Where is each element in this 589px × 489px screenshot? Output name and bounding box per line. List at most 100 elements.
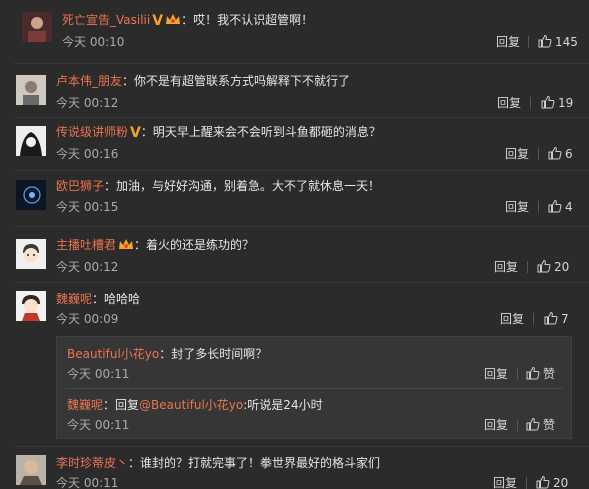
- username-link[interactable]: 李时珍蒂皮丶: [56, 456, 128, 470]
- username-link[interactable]: 魏巍呢: [67, 398, 103, 412]
- reply-button[interactable]: 回复: [505, 199, 529, 215]
- like-button[interactable]: 4: [548, 199, 573, 215]
- thumbs-up-icon: [537, 259, 551, 273]
- comment-text: ：哎！我不认识超管啊！: [181, 13, 314, 27]
- like-count: 145: [555, 35, 578, 49]
- like-button[interactable]: 145: [538, 34, 578, 50]
- avatar-icon: [22, 12, 52, 42]
- comment-line: 李时珍蒂皮丶：谁封的？打就完事了！拳世界最好的格斗家们: [56, 455, 380, 471]
- avatar-icon: [16, 126, 46, 156]
- separator: [533, 313, 534, 325]
- comment-line: 传说级讲师粉 V：明天早上醒来会不会听到斗鱼都砸的消息？: [56, 124, 381, 140]
- like-button[interactable]: 7: [544, 311, 569, 327]
- comment-text: ：着火的还是练功的？: [134, 238, 255, 252]
- comment-text: :听说是24小时: [243, 398, 323, 412]
- comment-time: 今天 00:15: [56, 200, 119, 214]
- reply-button[interactable]: 回复: [484, 366, 508, 382]
- avatar-icon: [16, 455, 46, 485]
- comment-time: 今天 00:11: [67, 418, 130, 432]
- comment-item: 死亡宣告_Vasilii V ：哎！我不认识超管啊！ 今天 00:10 回复 145: [0, 0, 589, 65]
- username-link[interactable]: 主播吐槽君: [56, 238, 116, 252]
- crown-badge-icon: [119, 239, 134, 249]
- comment-time: 今天 00:11: [67, 367, 130, 381]
- like-button[interactable]: 赞: [526, 417, 555, 433]
- avatar-icon: [16, 291, 46, 321]
- avatar[interactable]: [16, 75, 46, 105]
- thumbs-up-icon: [548, 199, 562, 213]
- avatar[interactable]: [16, 455, 46, 485]
- thumbs-up-icon: [526, 366, 540, 380]
- reply-button[interactable]: 回复: [505, 146, 529, 162]
- like-count: 20: [554, 260, 570, 274]
- separator: [526, 477, 527, 489]
- thumbs-up-icon: [538, 34, 552, 48]
- comment-line: 欧巴狮子：加油，与好好沟通，别着急。大不了就休息一天！: [56, 178, 380, 194]
- comment-text: ：封了多长时间啊？: [159, 347, 268, 361]
- like-button[interactable]: 赞: [526, 366, 555, 382]
- comment-time: 今天 00:11: [56, 476, 119, 489]
- separator: [527, 261, 528, 273]
- comment-time: 今天 00:12: [56, 96, 119, 110]
- thumbs-up-icon: [544, 311, 558, 325]
- separator: [530, 97, 531, 109]
- thumbs-up-icon: [526, 417, 540, 431]
- comment-item: 传说级讲师粉 V：明天早上醒来会不会听到斗鱼都砸的消息？ 今天 00:16 回复 …: [0, 118, 589, 170]
- avatar[interactable]: [22, 12, 52, 42]
- comment-text: ：谁封的？打就完事了！拳世界最好的格斗家们: [128, 456, 381, 470]
- thumbs-up-icon: [541, 95, 555, 109]
- reply-button[interactable]: 回复: [496, 34, 520, 50]
- avatar-icon: [16, 180, 46, 210]
- comment-text: ：加油，与好好沟通，别着急。大不了就休息一天！: [104, 179, 381, 193]
- reply-button[interactable]: 回复: [494, 259, 518, 275]
- avatar[interactable]: [16, 239, 46, 269]
- comment-text: ：明天早上醒来会不会听到斗鱼都砸的消息？: [140, 125, 381, 139]
- username-link[interactable]: 死亡宣告_Vasilii: [62, 13, 150, 27]
- username-link[interactable]: 传说级讲师粉: [56, 125, 128, 139]
- comment-item: 欧巴狮子：加油，与好好沟通，别着急。大不了就休息一天！ 今天 00:15 回复 …: [0, 171, 589, 226]
- like-button[interactable]: 19: [541, 95, 573, 111]
- comment-time: 今天 00:16: [56, 147, 119, 161]
- comment-text: ：哈哈哈: [92, 292, 141, 306]
- avatar-icon: [16, 75, 46, 105]
- comment-item: 魏巍呢：哈哈哈 今天 00:09 回复 7: [0, 283, 589, 333]
- separator: [538, 148, 539, 160]
- separator: [538, 201, 539, 213]
- like-count: 7: [561, 312, 569, 326]
- reply-button[interactable]: 回复: [493, 475, 517, 489]
- like-button[interactable]: 20: [536, 475, 568, 489]
- reply-prefix: ：回复: [103, 398, 140, 412]
- username-link[interactable]: 卢本伟_朋友: [56, 74, 122, 88]
- comment-time: 今天 00:09: [56, 312, 119, 326]
- comment-line: 卢本伟_朋友：你不是有超管联系方式吗解释下不就行了: [56, 73, 350, 89]
- sub-reply-list: Beautiful小花yo：封了多长时间啊？ 今天 00:11 回复 赞 魏巍呢…: [56, 336, 572, 439]
- divider: [14, 63, 589, 64]
- comment-item: 卢本伟_朋友：你不是有超管联系方式吗解释下不就行了 今天 00:12 回复 19: [0, 65, 589, 117]
- verified-badge-icon: V: [130, 125, 141, 141]
- divider: [65, 388, 563, 389]
- like-button[interactable]: 20: [537, 259, 569, 275]
- avatar[interactable]: [16, 180, 46, 210]
- like-button[interactable]: 6: [548, 146, 573, 162]
- avatar[interactable]: [16, 291, 46, 321]
- username-link[interactable]: 魏巍呢: [56, 292, 92, 306]
- separator: [528, 36, 529, 48]
- reply-button[interactable]: 回复: [484, 417, 508, 433]
- thumbs-up-icon: [548, 146, 562, 160]
- mention-link[interactable]: @Beautiful小花yo: [139, 398, 243, 412]
- like-count: 20: [553, 476, 569, 489]
- username-link[interactable]: 欧巴狮子: [56, 179, 104, 193]
- comment-time: 今天 00:10: [62, 35, 125, 49]
- comment-item: 李时珍蒂皮丶：谁封的？打就完事了！拳世界最好的格斗家们 今天 00:11 回复 …: [0, 447, 589, 489]
- comment-time: 今天 00:12: [56, 260, 119, 274]
- like-count: 6: [565, 147, 573, 161]
- reply-button[interactable]: 回复: [500, 311, 524, 327]
- reply-button[interactable]: 回复: [497, 95, 521, 111]
- comment-item: 主播吐槽君 ：着火的还是练功的？ 今天 00:12 回复 20: [0, 227, 589, 282]
- comment-line: 死亡宣告_Vasilii V ：哎！我不认识超管啊！: [62, 12, 313, 28]
- verified-badge-icon: V: [152, 13, 164, 29]
- comment-line: 魏巍呢：哈哈哈: [56, 291, 140, 307]
- like-label: 赞: [543, 418, 556, 432]
- like-count: 4: [565, 200, 573, 214]
- avatar[interactable]: [16, 126, 46, 156]
- username-link[interactable]: Beautiful小花yo: [67, 347, 159, 361]
